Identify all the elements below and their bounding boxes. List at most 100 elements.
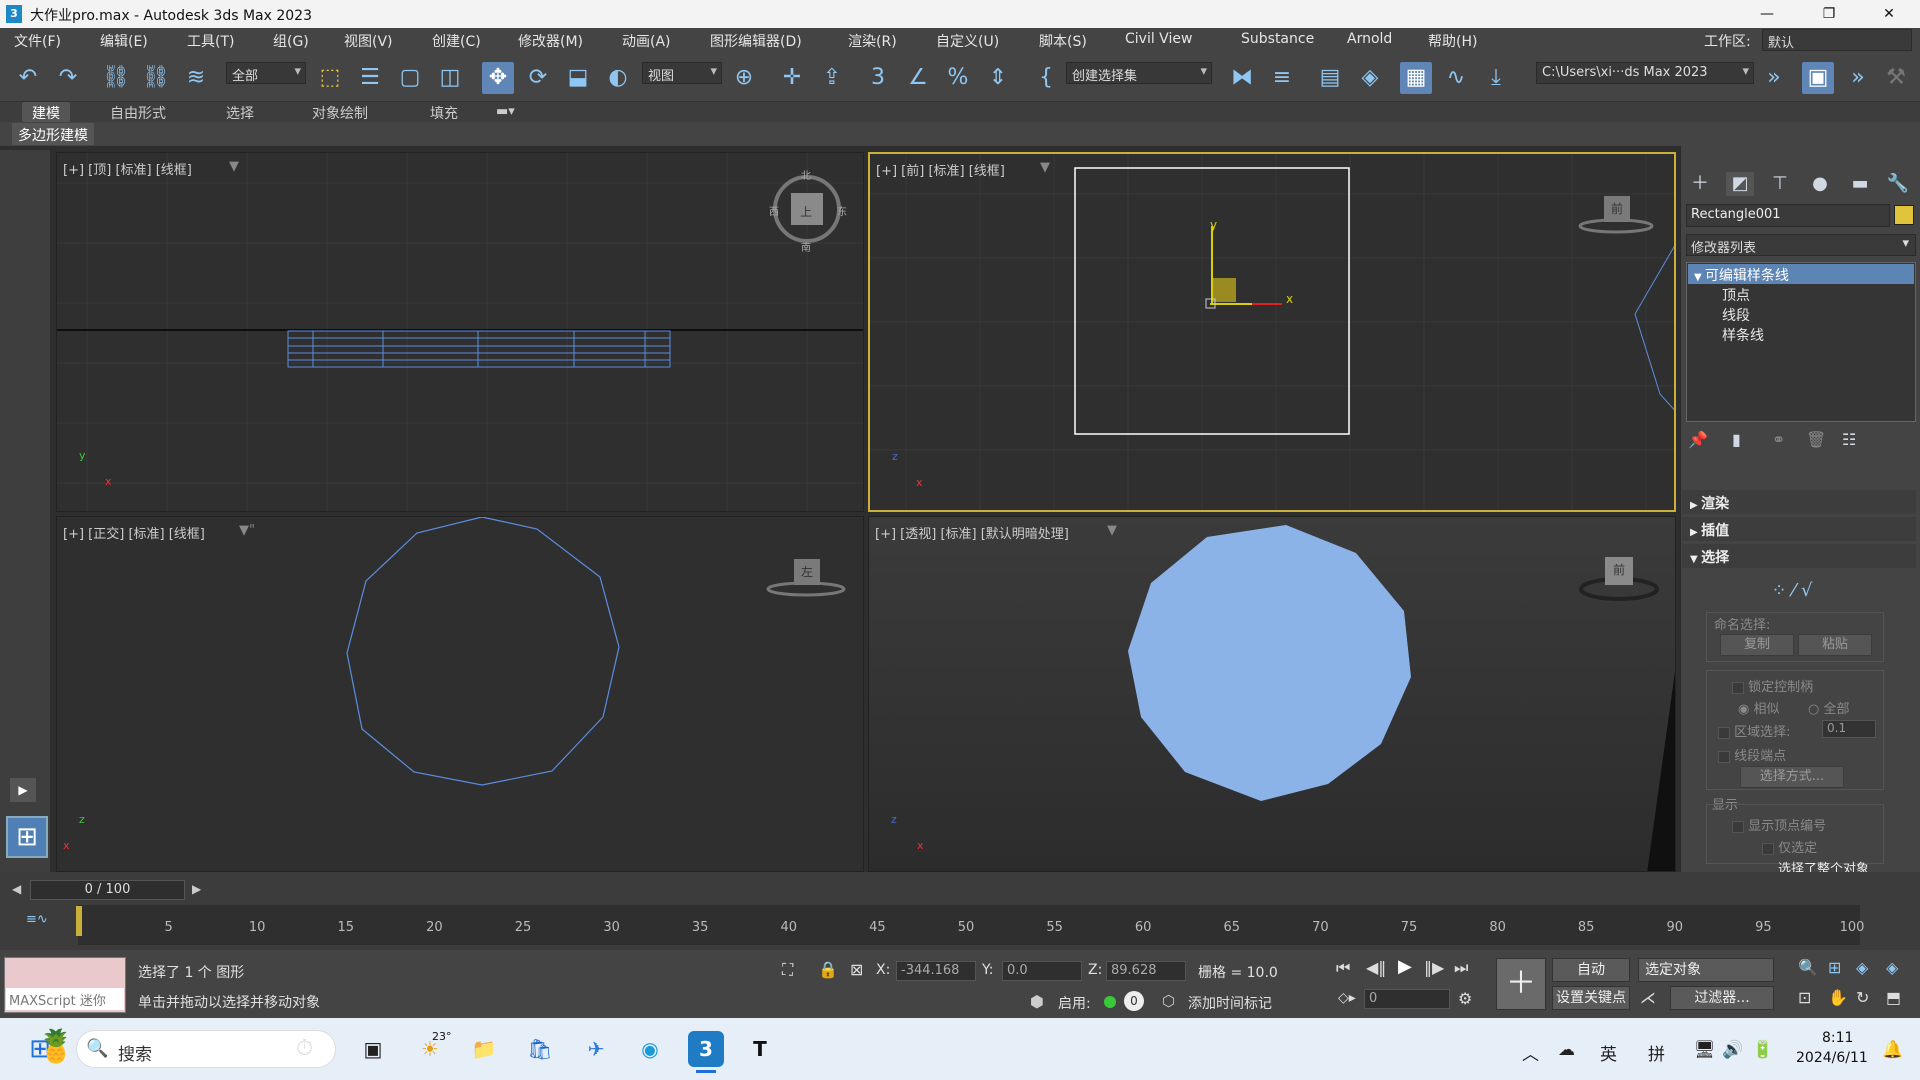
display-tab-icon[interactable]: ▬ (1846, 172, 1874, 196)
hierarchy-tab-icon[interactable]: ⊤ (1766, 172, 1794, 196)
add-time-tag-label[interactable]: 添加时间标记 (1188, 993, 1272, 1013)
select-object-icon[interactable]: ⬚ (314, 62, 346, 94)
3dsmax-icon[interactable]: 3 (688, 1031, 724, 1067)
all-radio[interactable]: ○ 全部 (1808, 698, 1850, 717)
percent-snap-icon[interactable]: % (942, 62, 974, 94)
adaptive-degradation-icon[interactable]: ⬢ (1030, 992, 1044, 1011)
segment-end-option[interactable]: 线段端点 (1718, 745, 1786, 764)
menu-graph-editors[interactable]: 图形编辑器(D) (710, 31, 802, 51)
make-unique-icon[interactable]: ⚭ (1772, 430, 1785, 449)
viewcube-top-label[interactable]: 上 (800, 203, 812, 220)
time-config-icon[interactable]: ⚙ (1458, 989, 1472, 1008)
viewport-layout-icon[interactable]: ⊞ (6, 816, 48, 858)
selected-only-option[interactable]: 仅选定 (1762, 837, 1817, 856)
tray-overflow-icon[interactable]: ︿ (1522, 1040, 1539, 1065)
zoom-extents-all-icon[interactable]: ◈ (1886, 958, 1898, 977)
menu-customize[interactable]: 自定义(U) (936, 31, 999, 51)
volume-icon[interactable]: 🔊 (1722, 1040, 1743, 1060)
mini-curve-editor-icon[interactable]: ≡∿ (26, 912, 48, 927)
auto-key-button[interactable]: 自动 (1552, 958, 1630, 982)
create-tab-icon[interactable]: ＋ (1686, 172, 1714, 196)
maxscript-mini-input[interactable]: MAXScript 迷你 (6, 988, 124, 1010)
menu-rendering[interactable]: 渲染(R) (848, 31, 897, 51)
area-selection-option[interactable]: 区域选择: (1718, 721, 1791, 740)
link-icon[interactable]: ⛓ (100, 62, 132, 94)
top-viewport-label[interactable]: [+] [顶] [标准] [线框] (63, 159, 192, 178)
key-selection-dropdown[interactable]: 选定对象 (1638, 958, 1774, 982)
persp-viewport-label[interactable]: [+] [透视] [标准] [默认明暗处理] (875, 523, 1069, 542)
object-name-input[interactable]: Rectangle001 (1686, 204, 1890, 227)
next-key-icon[interactable]: ‖▶ (1424, 958, 1444, 977)
viewport-front[interactable]: [+] [前] [标准] [线框] ▼ y x 前 z x (868, 152, 1676, 512)
menu-animation[interactable]: 动画(A) (622, 31, 671, 51)
maximize-viewport-icon[interactable]: ⬒ (1886, 988, 1901, 1007)
utilities-tab-icon[interactable]: 🔧 (1884, 172, 1912, 196)
stack-item-segment[interactable]: 线段 (1688, 304, 1914, 324)
rect-selection-icon[interactable]: ▢ (394, 62, 426, 94)
pin-stack-icon[interactable]: 📌 (1688, 430, 1708, 449)
onedrive-icon[interactable]: ☁ (1558, 1040, 1575, 1060)
key-filter-icon[interactable]: ⋌ (1640, 988, 1656, 1007)
expand-toolbar-icon[interactable]: » (1758, 62, 1790, 94)
lock-handles-option[interactable]: 锁定控制柄 (1732, 676, 1813, 695)
align-icon[interactable]: ≡ (1266, 62, 1298, 94)
minimize-button[interactable]: — (1744, 0, 1790, 28)
zoom-icon[interactable]: 🔍 (1798, 958, 1818, 977)
viewport-ortho[interactable]: [+] [正交] [标准] [线框] ▼" 左 z x (56, 516, 864, 872)
menu-file[interactable]: 文件(F) (14, 31, 61, 51)
z-coord-input[interactable]: 89.628 (1106, 961, 1186, 981)
orbit-icon[interactable]: ↻ (1856, 988, 1869, 1007)
configure-sets-icon[interactable]: ☷ (1842, 430, 1856, 449)
object-color-swatch[interactable] (1894, 205, 1914, 225)
viewcube-front-label[interactable]: 前 (1611, 200, 1623, 217)
workspace-dropdown[interactable]: 默认 (1762, 29, 1912, 51)
menu-scripting[interactable]: 脚本(S) (1039, 31, 1087, 51)
menu-substance[interactable]: Substance (1241, 31, 1314, 47)
viewport-perspective[interactable]: [+] [透视] [标准] [默认明暗处理] ▼ 前 z x (868, 516, 1676, 872)
snap-3d-icon[interactable]: 3 (862, 62, 894, 94)
copy-button[interactable]: 复制 (1720, 634, 1794, 656)
file-explorer-icon[interactable]: 📁 (466, 1031, 502, 1067)
prev-frame-icon[interactable]: ◀ (12, 882, 21, 896)
filter-icon[interactable]: ▼ (1040, 160, 1050, 175)
ribbon-tab-freeform[interactable]: 自由形式 (100, 102, 176, 122)
redo-icon[interactable]: ↷ (52, 62, 84, 94)
ribbon-tab-selection[interactable]: 选择 (216, 102, 264, 122)
expand-toolbar-2-icon[interactable]: » (1842, 62, 1874, 94)
close-button[interactable]: ✕ (1866, 0, 1912, 28)
filter-icon[interactable]: ▼" (239, 523, 255, 538)
menu-help[interactable]: 帮助(H) (1428, 31, 1477, 51)
undo-icon[interactable]: ↶ (12, 62, 44, 94)
filter-icon[interactable]: ▼ (1107, 523, 1117, 538)
paste-button[interactable]: 粘贴 (1798, 634, 1872, 656)
ribbon-tab-populate[interactable]: 填充 (420, 102, 468, 122)
subobject-level-icons[interactable]: ⁘ ⁄ √ (1752, 580, 1832, 606)
go-to-end-icon[interactable]: ⏭ (1454, 958, 1468, 978)
y-coord-input[interactable]: 0.0 (1002, 961, 1082, 981)
search-highlight-icon[interactable]: ⏱ (296, 1036, 313, 1061)
pan-icon[interactable]: ✋ (1828, 988, 1848, 1007)
absolute-mode-icon[interactable]: ⊠ (850, 960, 863, 979)
notification-icon[interactable]: 🔔 (1882, 1040, 1903, 1060)
feishu-icon[interactable]: ✈ (578, 1031, 614, 1067)
show-vertex-numbers-option[interactable]: 显示顶点编号 (1732, 815, 1826, 834)
scene-explorer-icon[interactable]: ▤ (1314, 62, 1346, 94)
typora-icon[interactable]: T (742, 1031, 778, 1067)
select-move-icon[interactable]: ✥ (482, 62, 514, 94)
menu-tools[interactable]: 工具(T) (187, 31, 234, 51)
modifier-list-dropdown[interactable]: 修改器列表 (1686, 234, 1916, 256)
battery-icon[interactable]: 🔋 (1752, 1040, 1773, 1060)
menu-view[interactable]: 视图(V) (344, 31, 393, 51)
zero-badge[interactable]: 0 (1124, 991, 1144, 1011)
network-icon[interactable]: 🖥 (1694, 1040, 1716, 1060)
select-manipulate-icon[interactable]: ✛ (776, 62, 808, 94)
front-viewport-label[interactable]: [+] [前] [标准] [线框] (876, 160, 1005, 179)
clock-time[interactable]: 8:11 (1822, 1030, 1853, 1046)
viewcube-front-label[interactable]: 前 (1613, 561, 1625, 578)
lock-selection-icon[interactable]: 🔒 (818, 960, 838, 979)
remove-modifier-icon[interactable]: 🗑 (1806, 430, 1826, 449)
angle-snap-icon[interactable]: ∠ (902, 62, 934, 94)
select-scale-icon[interactable]: ⬓ (562, 62, 594, 94)
task-view-icon[interactable]: ▣ (355, 1031, 391, 1067)
filter-icon[interactable]: ▼ (229, 159, 239, 174)
